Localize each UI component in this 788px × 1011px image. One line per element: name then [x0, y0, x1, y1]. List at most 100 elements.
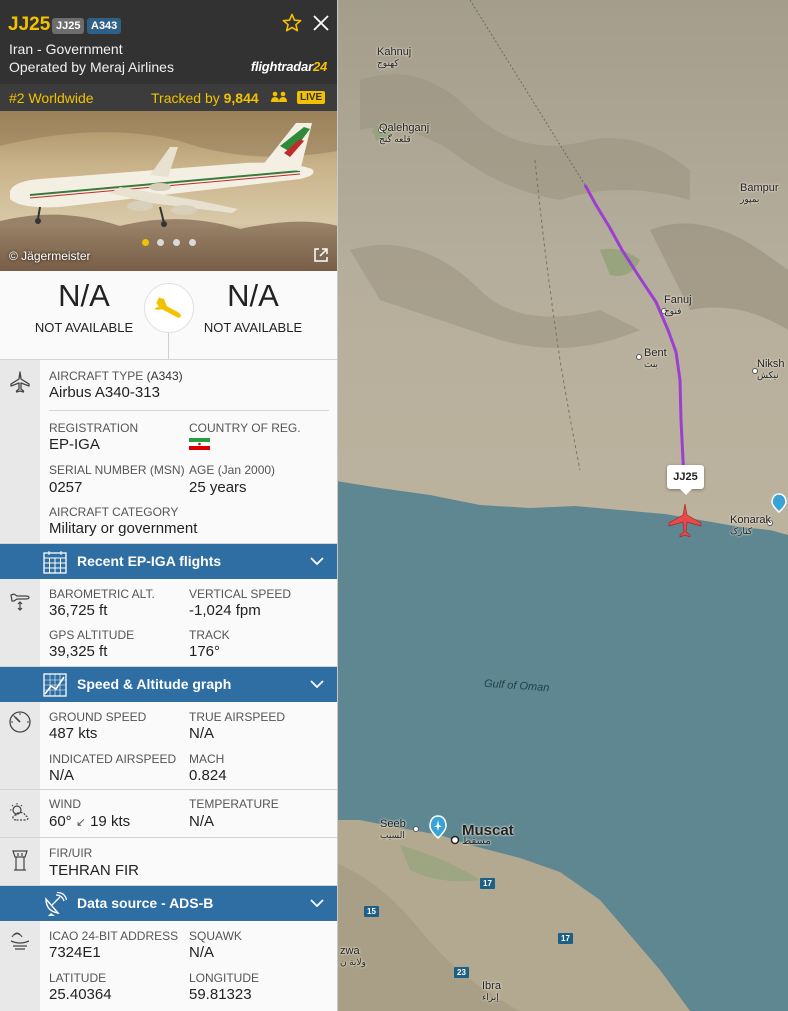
chevron-down-icon[interactable]	[309, 678, 325, 690]
wind-label: WIND	[49, 797, 81, 811]
road-shield: 23	[454, 967, 469, 978]
recent-flights-title: Recent EP-IGA flights	[77, 553, 222, 569]
operator-name: Operated by Meraj Airlines	[9, 59, 174, 75]
road-shield: 15	[364, 906, 379, 917]
baro-alt-label: BAROMETRIC ALT.	[49, 587, 155, 601]
registration-value[interactable]: EP-IGA	[49, 436, 100, 453]
flight-callsign-tag[interactable]: JJ25	[667, 465, 704, 495]
fir-value: TEHRAN FIR	[49, 862, 139, 879]
airplane-icon	[10, 371, 30, 393]
carousel-dot[interactable]	[173, 239, 180, 246]
serial-value: 0257	[49, 479, 83, 496]
latitude-label: LATITUDE	[49, 971, 107, 985]
map-place-label: zwa ولاية ن	[340, 945, 366, 968]
age-label: AGE (Jan 2000)	[189, 463, 276, 477]
vertical-speed-value: -1,024 fpm	[189, 602, 261, 619]
track-value: 176°	[189, 643, 221, 660]
map-place-label: Fanuj فنوج	[664, 294, 692, 317]
gps-alt-value: 39,325 ft	[49, 643, 108, 660]
route-plane-badge	[144, 283, 194, 333]
route-summary: N/A NOT AVAILABLE N/A NOT AVAILABLE	[0, 271, 337, 360]
road-shield: 17	[480, 878, 495, 889]
calendar-icon	[43, 551, 67, 574]
fir-section: FIR/UIR TEHRAN FIR	[0, 838, 337, 886]
map-place-label: Qalehganj قلعه گنج	[379, 122, 430, 145]
map-place-label: Seeb السيب	[380, 818, 406, 841]
category-value: Military or government	[49, 520, 198, 537]
icao-label: ICAO 24-BIT ADDRESS	[49, 929, 179, 943]
speed-altitude-graph-bar[interactable]: Speed & Altitude graph	[0, 667, 337, 702]
source-section: ICAO 24-BIT ADDRESS 7324E1 SQUAWK N/A LA…	[0, 921, 337, 1011]
weather-section: WIND 60° ↙ 19 kts TEMPERATURE N/A	[0, 790, 337, 838]
registration-label: REGISTRATION	[49, 421, 139, 435]
flightradar24-logo: flightradar24	[250, 59, 327, 74]
airline-name: Iran - Government	[9, 41, 123, 57]
chevron-down-icon[interactable]	[309, 555, 325, 567]
aircraft-image	[0, 111, 337, 271]
iran-flag-icon	[189, 438, 210, 450]
temperature-label: TEMPERATURE	[189, 797, 279, 811]
ground-speed-value: 487 kts	[49, 725, 98, 742]
origin-name: NOT AVAILABLE	[34, 320, 134, 335]
icao-value: 7324E1	[49, 944, 101, 961]
latitude-value: 25.40364	[49, 986, 112, 1003]
people-icon	[271, 91, 287, 102]
aircraft-type-value: Airbus A340-313	[49, 384, 160, 401]
data-source-bar[interactable]: Data source - ADS-B	[0, 886, 337, 921]
mach-value: 0.824	[189, 767, 227, 784]
graph-icon	[43, 673, 67, 697]
live-badge: LIVE	[297, 91, 326, 104]
ground-speed-label: GROUND SPEED	[49, 710, 147, 724]
external-link-icon[interactable]	[313, 247, 329, 263]
transponder-icon	[10, 932, 30, 950]
track-label: TRACK	[189, 628, 230, 642]
category-label: AIRCRAFT CATEGORY	[49, 505, 179, 519]
destination-name: NOT AVAILABLE	[203, 320, 303, 335]
true-airspeed-value: N/A	[189, 725, 215, 742]
tracked-count: Tracked by 9,844	[151, 90, 259, 106]
carousel-dot[interactable]	[157, 239, 164, 246]
mach-label: MACH	[189, 752, 225, 766]
vertical-speed-label: VERTICAL SPEED	[189, 587, 292, 601]
aircraft-photo[interactable]: © Jägermeister	[0, 111, 337, 271]
close-icon[interactable]	[311, 13, 331, 33]
wind-value: 60° ↙ 19 kts	[49, 813, 131, 830]
map-place-label: Bent بنت	[644, 347, 667, 370]
graph-title: Speed & Altitude graph	[77, 676, 232, 692]
origin-code: N/A	[58, 278, 110, 313]
callsign: JJ25	[8, 14, 51, 35]
country-label: COUNTRY OF REG.	[189, 421, 301, 435]
carousel-dot-active[interactable]	[142, 239, 149, 246]
squawk-label: SQUAWK	[189, 929, 242, 943]
control-tower-icon	[12, 850, 28, 871]
weather-icon	[10, 803, 29, 821]
aircraft-info-section: AIRCRAFT TYPE (A343) Airbus A340-313 REG…	[0, 360, 337, 544]
star-icon[interactable]	[282, 13, 302, 33]
rank-bar: #2 Worldwide Tracked by 9,844 LIVE	[0, 84, 337, 111]
photo-credit: © Jägermeister	[9, 249, 91, 263]
road-shield: 17	[558, 933, 573, 944]
carousel-dot[interactable]	[189, 239, 196, 246]
indicated-airspeed-label: INDICATED AIRSPEED	[49, 752, 177, 766]
map-place-label: Konarak کنارک	[730, 514, 771, 537]
aircraft-type-label: AIRCRAFT TYPE (A343)	[49, 369, 183, 383]
temperature-value: N/A	[189, 813, 215, 830]
flight-info-panel: JJ25 JJ25 A343 Iran - Government Operate…	[0, 0, 338, 1011]
map-place-label: Muscat مسقط	[462, 822, 514, 847]
squawk-value: N/A	[189, 944, 215, 961]
fir-label: FIR/UIR	[49, 846, 93, 860]
indicated-airspeed-value: N/A	[49, 767, 75, 784]
chevron-down-icon[interactable]	[309, 897, 325, 909]
speedometer-icon	[9, 711, 31, 733]
map-place-label: Ibra إبراء	[482, 980, 501, 1003]
speed-section: GROUND SPEED 487 kts TRUE AIRSPEED N/A I…	[0, 702, 337, 790]
destination-code: N/A	[227, 278, 279, 313]
true-airspeed-label: TRUE AIRSPEED	[189, 710, 286, 724]
panel-header: JJ25 JJ25 A343 Iran - Government Operate…	[0, 0, 337, 84]
flight-number-chip: JJ25	[52, 18, 85, 34]
age-value: 25 years	[189, 479, 247, 496]
satellite-dish-icon	[45, 891, 68, 916]
baro-alt-value: 36,725 ft	[49, 602, 108, 619]
recent-flights-bar[interactable]: Recent EP-IGA flights	[0, 544, 337, 579]
map-place-label: Kahnuj کهنوج	[377, 46, 412, 69]
